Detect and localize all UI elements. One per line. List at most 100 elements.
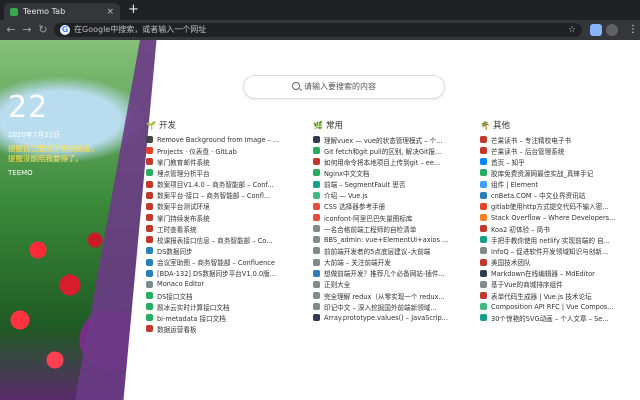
site-favicon-icon <box>146 169 153 177</box>
bookmark-star-icon[interactable]: ☆ <box>568 23 576 37</box>
bookmark-label: DS接口文档 <box>157 292 193 301</box>
bookmark-link[interactable]: 印记中文 – 深入挖掘国外前端新领域... <box>313 301 463 312</box>
bookmark-link[interactable]: Projects · 仪表盘 · GitLab <box>146 145 296 156</box>
bookmark-link[interactable]: DS接口文档 <box>146 290 296 301</box>
site-favicon-icon <box>146 158 153 166</box>
bookmark-link[interactable]: 校课报表接口信息 – 商务智能部 – Co... <box>146 234 296 245</box>
bookmark-link[interactable]: 掌门教育邮件系统 <box>146 156 296 167</box>
bookmark-link[interactable]: 数案平台-接口 – 商务智能部 – Confl... <box>146 190 296 201</box>
site-favicon-icon <box>313 202 320 210</box>
bookmark-link[interactable]: 正则大全 <box>313 279 463 290</box>
sprout-icon: 🌱 <box>146 120 156 130</box>
bookmark-link[interactable]: 完全理解 redux（从零实现一个 redux... <box>313 290 463 301</box>
bookmark-link[interactable]: 工时查看系统 <box>146 223 296 234</box>
new-tab-page: 22 2020年7月22日 提醒自己要活了也是提醒，提醒没能陪我要得了。 TEE… <box>0 40 640 400</box>
site-favicon-icon <box>480 169 487 177</box>
profile-avatar-icon[interactable] <box>606 24 618 36</box>
bookmark-label: iconfont-阿里巴巴矢量图标库 <box>324 214 413 223</box>
site-favicon-icon <box>146 314 153 322</box>
site-favicon-icon <box>313 136 320 144</box>
bookmark-label: Array.prototype.values() – JavaScrip... <box>324 313 448 322</box>
extension-icon[interactable] <box>590 24 602 36</box>
bookmark-link[interactable]: Monaco Editor <box>146 279 296 290</box>
site-favicon-icon <box>146 280 153 288</box>
bookmark-link[interactable]: DS数据同步 <box>146 245 296 256</box>
site-favicon-icon <box>313 158 320 166</box>
new-tab-button[interactable]: + <box>128 2 139 18</box>
bookmark-link[interactable]: 美国技术团队 <box>480 257 630 268</box>
site-favicon-icon <box>480 214 487 222</box>
bookmark-link[interactable]: gitlab使用http方式提交代码不输入密... <box>480 201 630 212</box>
bookmark-link[interactable]: InfoQ – 促进软件开发领域知识与创新... <box>480 245 630 256</box>
bookmark-link[interactable]: 胶库免费资源网最佳实战_真锋手记 <box>480 167 630 178</box>
bookmark-link[interactable]: 30个惊艳的SVG动画 – 个人文章 – Se... <box>480 312 630 323</box>
bookmark-link[interactable]: Array.prototype.values() – JavaScrip... <box>313 312 463 323</box>
bookmark-link[interactable]: 组件 | Element <box>480 179 630 190</box>
bookmark-link[interactable]: 理解vuex — vue的状态管理模式 – 个... <box>313 134 463 145</box>
bookmark-link[interactable]: 掌门持续发布系统 <box>146 212 296 223</box>
bookmark-link[interactable]: 埋点管理分析平台 <box>146 167 296 178</box>
bookmark-label: 数据运营看板 <box>157 325 197 334</box>
search-placeholder: 请输入要搜索的内容 <box>304 82 376 91</box>
site-favicon-icon <box>146 202 153 210</box>
bookmark-link[interactable]: cnBeta.COM – 中文业界资讯站 <box>480 190 630 201</box>
bookmark-link[interactable]: BBS_admin: vue+ElementUI+axios ... <box>313 234 463 245</box>
site-favicon-icon <box>313 280 320 288</box>
bookmark-link[interactable]: Koa2 初体验 – 简书 <box>480 223 630 234</box>
bookmark-label: 想做前端开发？推荐几个必备网站-插件... <box>324 270 445 279</box>
bookmark-label: 胶库免费资源网最佳实战_真锋手记 <box>491 169 594 178</box>
bookmark-link[interactable]: 前端 – SegmentFault 思否 <box>313 179 463 190</box>
site-favicon-icon <box>480 202 487 210</box>
column-header: 🌱 开发 <box>146 119 296 132</box>
reload-icon[interactable]: ↻ <box>35 20 51 40</box>
bookmark-link[interactable]: 前前端开发者的5点底层建议–大前端 <box>313 245 463 256</box>
bookmark-label: 掌门持续发布系统 <box>157 214 210 223</box>
browser-menu-icon[interactable]: ⋮ <box>628 20 638 40</box>
link-column-0: 🌱 开发 Remove Background from Image – ... Pro… <box>146 119 296 335</box>
bookmark-link[interactable]: 数案平台测试环境 <box>146 201 296 212</box>
bookmark-label: Koa2 初体验 – 简书 <box>491 225 550 234</box>
bookmark-link[interactable]: 芒果读书 – 专注精校电子书 <box>480 134 630 145</box>
bookmark-link[interactable]: 会议室助图 – 商务智能部 – Confluence <box>146 257 296 268</box>
site-favicon-icon <box>146 258 153 266</box>
bookmark-link[interactable]: 如何用命令将本地项目上传到git – ee... <box>313 156 463 167</box>
bookmark-link[interactable]: 数据运营看板 <box>146 323 296 334</box>
back-arrow-icon[interactable]: ← <box>3 20 19 40</box>
bookmark-link[interactable]: iconfont-阿里巴巴矢量图标库 <box>313 212 463 223</box>
bookmark-link[interactable]: Git fetch和git pull的区别, 解决Git报... <box>313 145 463 156</box>
bookmark-link[interactable]: 基于Vue的商城排序组件 <box>480 279 630 290</box>
search-box[interactable]: 请输入要搜索的内容 <box>243 75 445 99</box>
bookmark-label: 首页 – 知乎 <box>491 158 525 167</box>
bookmark-link[interactable]: 一名合格前端工程师的自检清单 <box>313 223 463 234</box>
day-number: 22 <box>8 90 49 125</box>
bookmark-link[interactable]: Nginx中文文档 <box>313 167 463 178</box>
leaf-icon: 🌿 <box>313 120 323 130</box>
bookmark-link[interactable]: 大前端 – 关注前端开发 <box>313 257 463 268</box>
site-favicon-icon <box>313 147 320 155</box>
bookmark-label: 芒果读书 – 后台管理系统 <box>491 147 565 156</box>
bookmark-link[interactable]: CSS 选择器参考手册 <box>313 201 463 212</box>
bookmark-label: 正则大全 <box>324 281 351 290</box>
bookmark-link[interactable]: [BDA-132] DS数据同步平台V1.0.0版... <box>146 268 296 279</box>
site-favicon-icon <box>480 258 487 266</box>
bookmark-link[interactable]: Composition API RFC | Vue Compos... <box>480 301 630 312</box>
address-bar[interactable]: G 在Google中搜索，或者输入一个网址 ☆ <box>54 23 582 37</box>
bookmark-link[interactable]: Stack Overflow – Where Developers... <box>480 212 630 223</box>
bookmark-link[interactable]: 手把手教你使用 netlify 实现前端的 自... <box>480 234 630 245</box>
site-favicon-icon <box>313 180 320 188</box>
bookmark-link[interactable]: 题冰云实时计算接口文档 <box>146 301 296 312</box>
bookmark-link[interactable]: 首页 – 知乎 <box>480 156 630 167</box>
active-tab[interactable]: Teemo Tab × <box>4 3 120 20</box>
bookmark-link[interactable]: bi-metadata 接口文档 <box>146 312 296 323</box>
bookmark-link[interactable]: 数案项目V1.4.0 – 商务智能部 – Conf... <box>146 179 296 190</box>
bookmark-link[interactable]: 表单代码生成器 | Vue.js 技术论坛 <box>480 290 630 301</box>
bookmark-link[interactable]: 介绍 — Vue.js <box>313 190 463 201</box>
close-tab-icon[interactable]: × <box>106 7 114 17</box>
palm-icon: 🌴 <box>480 120 490 130</box>
bookmark-link[interactable]: Remove Background from Image – ... <box>146 134 296 145</box>
forward-arrow-icon[interactable]: → <box>19 20 35 40</box>
site-favicon-icon <box>146 147 153 155</box>
bookmark-link[interactable]: Markdown在线编辑器 – MdEditor <box>480 268 630 279</box>
bookmark-link[interactable]: 芒果读书 – 后台管理系统 <box>480 145 630 156</box>
bookmark-link[interactable]: 想做前端开发？推荐几个必备网站-插件... <box>313 268 463 279</box>
